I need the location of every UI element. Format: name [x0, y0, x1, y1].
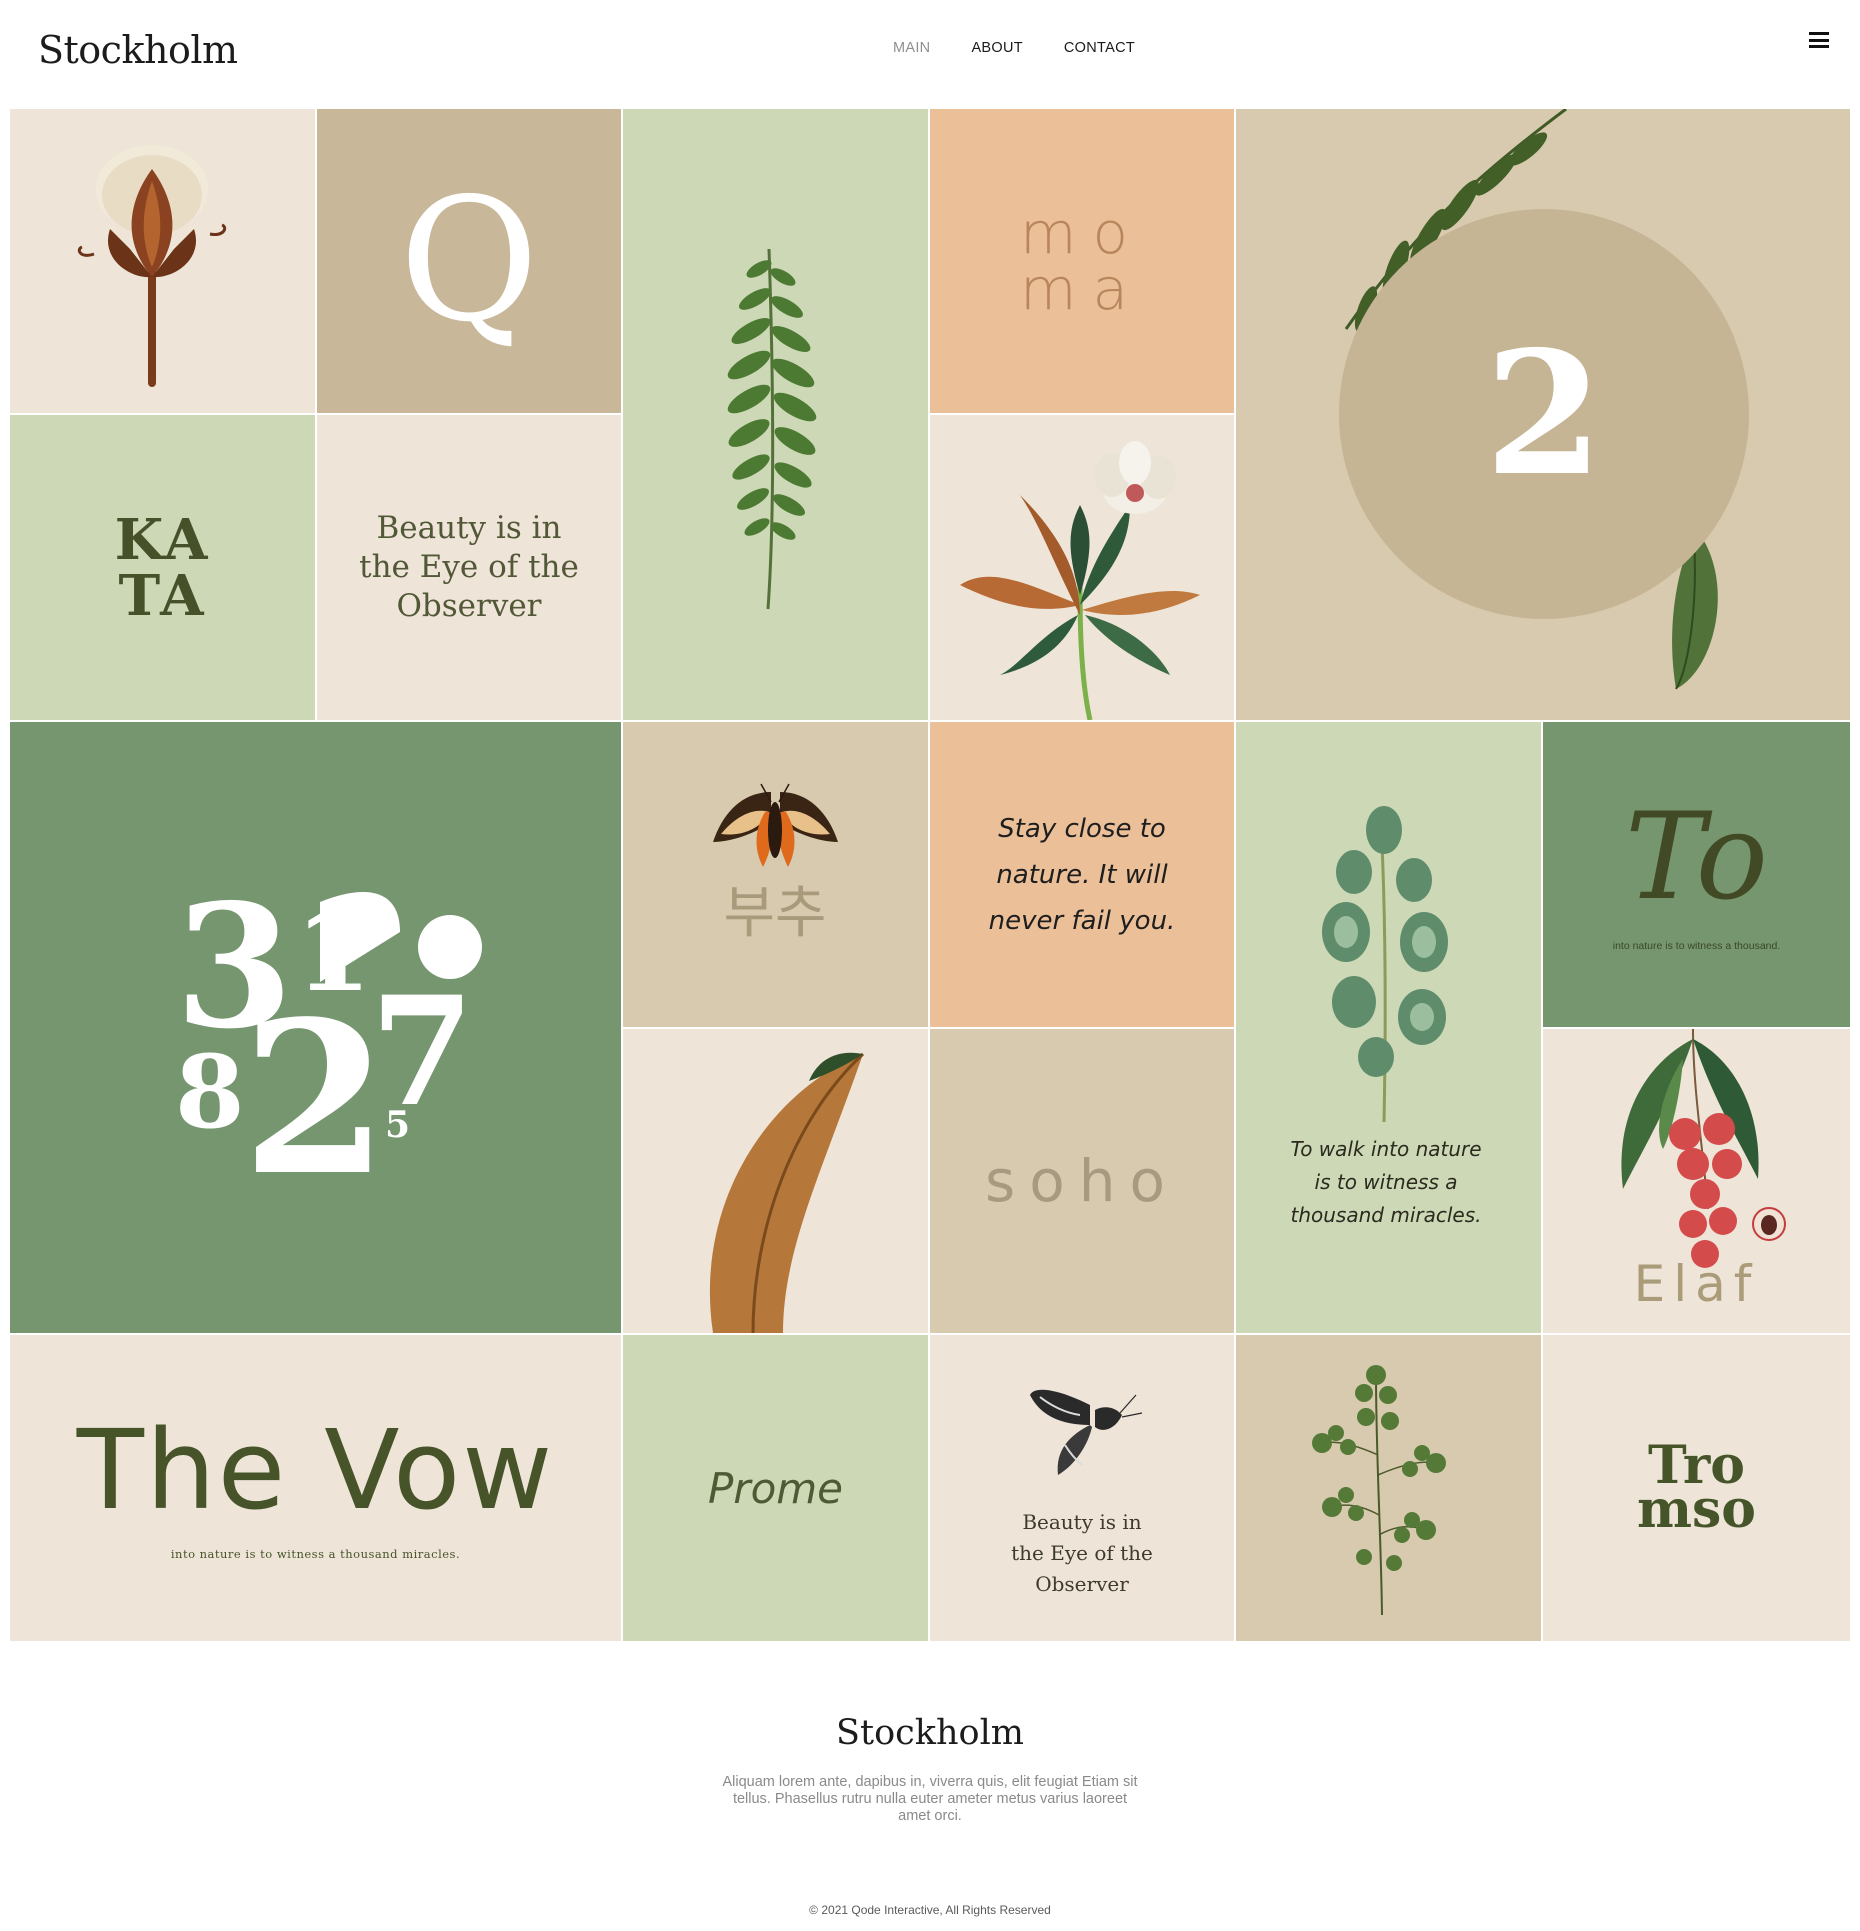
tile-beauty[interactable]: Beauty is in the Eye of the Observer [317, 415, 621, 720]
elaf-text: Elaf [1633, 1255, 1760, 1313]
tile-magnolia[interactable] [930, 415, 1234, 720]
to-subtitle: into nature is to witness a thousand. [1612, 939, 1781, 952]
number-two: 2 [1484, 314, 1604, 514]
tile-vow[interactable]: The Vow into nature is to witness a thou… [10, 1335, 621, 1641]
to-title: To [1625, 787, 1768, 927]
tile-to[interactable]: To into nature is to witness a thousand. [1543, 722, 1850, 1027]
tile-cotton[interactable] [10, 109, 315, 413]
copyright-text: © 2021 Qode Interactive, All Rights Rese… [809, 1903, 1051, 1917]
butterfly-quote: Beauty is in the Eye of the Observer [1011, 1510, 1153, 1596]
kata-line-1: KA [114, 506, 211, 573]
tile-soho[interactable]: soho [930, 1029, 1234, 1333]
walk-into-nature-quote: To walk into nature is to witness a thou… [1290, 1137, 1482, 1227]
tile-tromso[interactable]: Tro mso [1543, 1335, 1850, 1641]
tile-fern[interactable] [623, 109, 928, 720]
tile-prome[interactable]: Prome [623, 1335, 928, 1641]
site-logo[interactable]: Stockholm [38, 28, 238, 72]
fern-frond-icon [727, 248, 817, 610]
cotton-flower-icon [77, 145, 227, 387]
vow-subtitle: into nature is to witness a thousand mir… [170, 1547, 461, 1561]
tile-eucalyptus[interactable] [1236, 722, 1541, 1333]
magnolia-flower-icon [960, 441, 1200, 720]
moth-icon: 부추 [713, 783, 838, 946]
tile-stay-close[interactable]: Stay close to nature. It will never fail… [930, 722, 1234, 1027]
nav-main[interactable]: MAIN [893, 40, 930, 56]
kata-line-2: TA [118, 562, 207, 629]
number-circle: 2 [1339, 209, 1749, 619]
korean-text: 부추 [723, 881, 826, 946]
main-nav: MAIN ABOUT CONTACT [893, 40, 1135, 56]
nav-about[interactable]: ABOUT [971, 40, 1022, 56]
site-header: Stockholm MAIN ABOUT CONTACT [0, 0, 1860, 108]
tile-leaf[interactable] [623, 1029, 928, 1333]
beauty-quote: Beauty is in the Eye of the Observer [359, 510, 579, 624]
footer-description: Aliquam lorem ante, dapibus in, viverra … [722, 1774, 1138, 1824]
decorative-shapes [320, 892, 482, 982]
tromso-line-2: mso [1637, 1479, 1756, 1540]
prome-text: Prome [707, 1463, 844, 1513]
stay-close-quote: Stay close to nature. It will never fail… [988, 813, 1176, 936]
tile-maidenhair[interactable] [1236, 1335, 1541, 1641]
moma-line-2: ma [1019, 255, 1145, 323]
soho-text: soho [985, 1147, 1179, 1215]
tile-kata[interactable]: KA TA [10, 415, 315, 720]
brown-leaf-icon [709, 1052, 865, 1333]
tile-moth[interactable]: 부추 [623, 722, 928, 1027]
footer-title: Stockholm [836, 1713, 1024, 1753]
hamburger-menu-icon[interactable] [1809, 32, 1829, 48]
tile-q[interactable]: Q [317, 109, 621, 413]
tile-numbers[interactable]: 3 1 0 8 2 7 5 [10, 722, 621, 1333]
vow-title: The Vow [76, 1406, 555, 1534]
nav-contact[interactable]: CONTACT [1064, 40, 1135, 56]
tile-moma[interactable]: mo ma [930, 109, 1234, 413]
q-letter: Q [399, 162, 539, 360]
maidenhair-fern-icon [1312, 1365, 1446, 1616]
moma-line-1: mo [1020, 199, 1144, 267]
eucalyptus-branch-icon [1322, 806, 1448, 1123]
